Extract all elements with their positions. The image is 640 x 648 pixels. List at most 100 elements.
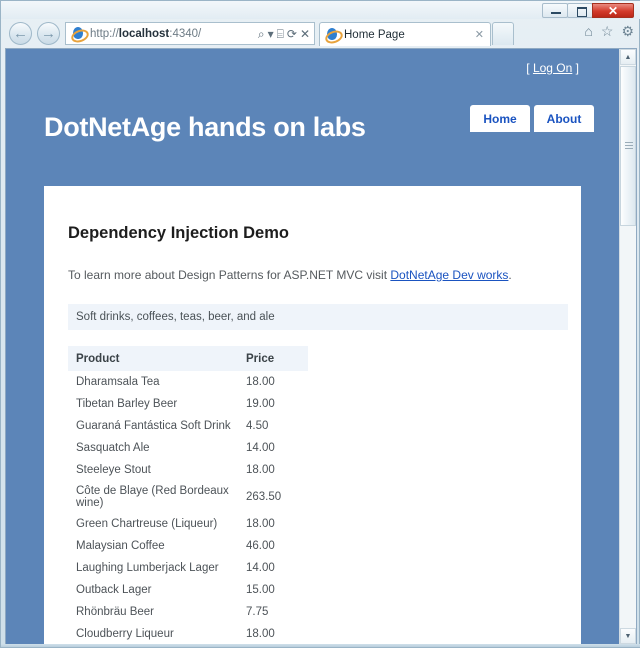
cell-product: Green Chartreuse (Liqueur) (76, 518, 218, 530)
minimize-icon (551, 12, 561, 14)
cell-product: Steeleye Stout (76, 464, 151, 476)
scroll-up-icon[interactable]: ▲ (620, 49, 636, 65)
intro-text-prefix: To learn more about Design Patterns for … (68, 268, 391, 282)
column-header-price: Price (236, 346, 308, 371)
back-arrow-icon: ← (13, 25, 28, 42)
logon-section: [ Log On ] (526, 61, 579, 75)
cell-price: 18.00 (246, 376, 275, 388)
table-row: Cloudberry Liqueur 18.00 (68, 623, 308, 644)
cell-price: 19.00 (246, 398, 275, 410)
cell-price: 7.75 (246, 606, 269, 618)
product-table-head: Product Price (68, 346, 308, 371)
status-bar (1, 644, 640, 647)
table-row: Laughing Lumberjack Lager 14.00 (68, 557, 308, 579)
cell-price: 18.00 (246, 628, 275, 640)
url-host: localhost (118, 27, 170, 40)
cell-product: Tibetan Barley Beer (76, 398, 178, 410)
tab-title: Home Page (344, 28, 405, 41)
page-viewport: [ Log On ] DotNetAge hands on labs Home … (5, 48, 637, 645)
site-background: [ Log On ] DotNetAge hands on labs Home … (6, 49, 619, 644)
table-row: Guaraná Fantástica Soft Drink 4.50 (68, 415, 308, 437)
cell-price: 15.00 (246, 584, 275, 596)
cell-product: Sasquatch Ale (76, 442, 150, 454)
cell-price: 4.50 (246, 420, 269, 432)
forward-arrow-icon: → (41, 25, 56, 42)
page-title: Dependency Injection Demo (68, 224, 289, 242)
address-bar-icons: ⌕ ▾ ⌸ ⟳ ✕ (258, 28, 314, 40)
product-table: Product Price Dharamsala Tea 18.00 Tibet… (68, 346, 308, 644)
new-tab-button[interactable] (492, 22, 514, 45)
table-row: Sasquatch Ale 14.00 (68, 437, 308, 459)
address-bar-url: http://localhost:4340/ (90, 28, 258, 40)
favorites-star-icon[interactable]: ☆ (601, 24, 614, 38)
table-row: Outback Lager 15.00 (68, 579, 308, 601)
internet-explorer-icon (69, 26, 91, 45)
cell-price: 263.50 (246, 491, 282, 503)
cell-price: 18.00 (246, 518, 275, 530)
cell-product: Côte de Blaye (Red Bordeaux wine) (76, 485, 229, 509)
intro-text-suffix: . (508, 268, 512, 282)
scroll-down-icon[interactable]: ▼ (620, 628, 636, 644)
tab-home-page[interactable]: Home Page ✕ (319, 22, 491, 46)
cell-price: 14.00 (246, 562, 275, 574)
search-icon[interactable]: ⌕ (258, 28, 265, 40)
cell-price: 14.00 (246, 442, 275, 454)
cell-product: Malaysian Coffee (76, 540, 165, 552)
stop-icon[interactable]: ✕ (300, 28, 310, 40)
tab-close-icon[interactable]: ✕ (475, 28, 490, 41)
tab-favicon-icon (323, 27, 345, 46)
url-scheme: http:// (90, 27, 119, 40)
table-row: Steeleye Stout 18.00 (68, 459, 308, 481)
table-row: Tibetan Barley Beer 19.00 (68, 393, 308, 415)
address-bar[interactable]: http://localhost:4340/ ⌕ ▾ ⌸ ⟳ ✕ (65, 22, 315, 45)
table-row: Malaysian Coffee 46.00 (68, 535, 308, 557)
page-scrollbar[interactable]: ▲ ▼ (619, 49, 636, 644)
scrollbar-thumb[interactable] (620, 66, 636, 226)
cell-product: Dharamsala Tea (76, 376, 160, 388)
table-header-row: Product Price (68, 346, 308, 371)
back-button[interactable]: ← (9, 22, 32, 45)
logon-bracket-close: ] (572, 61, 579, 75)
cell-product: Guaraná Fantástica Soft Drink (76, 420, 231, 432)
browser-toolbar-icons: ⌂ ☆ ⚙ (584, 24, 634, 38)
site-navigation: Home About (470, 105, 594, 132)
cell-product: Rhönbräu Beer (76, 606, 154, 618)
content-card: Dependency Injection Demo To learn more … (44, 186, 581, 644)
logon-bracket-open: [ (526, 61, 533, 75)
cell-product: Outback Lager (76, 584, 152, 596)
home-icon[interactable]: ⌂ (584, 24, 592, 38)
forward-button[interactable]: → (37, 22, 60, 45)
refresh-icon[interactable]: ⟳ (287, 28, 297, 40)
table-row: Dharamsala Tea 18.00 (68, 371, 308, 393)
minimize-button[interactable] (542, 3, 568, 18)
maximize-button[interactable] (567, 3, 593, 18)
close-icon: ✕ (607, 3, 619, 18)
cell-price: 46.00 (246, 540, 275, 552)
log-on-link[interactable]: Log On (533, 61, 572, 75)
column-header-product: Product (68, 346, 236, 371)
site-title: DotNetAge hands on labs (44, 112, 366, 142)
category-header-beverages: Soft drinks, coffees, teas, beer, and al… (68, 304, 568, 330)
nav-item-about[interactable]: About (534, 105, 594, 132)
cell-product: Laughing Lumberjack Lager (76, 562, 219, 574)
product-table-body: Dharamsala Tea 18.00 Tibetan Barley Beer… (68, 371, 308, 644)
browser-window: ✕ ← → http://localhost:4340/ ⌕ ▾ ⌸ ⟳ ✕ H… (0, 0, 640, 648)
table-row: Rhönbräu Beer 7.75 (68, 601, 308, 623)
url-path: :4340/ (169, 27, 202, 40)
table-row: Côte de Blaye (Red Bordeaux wine) 263.50 (68, 481, 308, 513)
close-button[interactable]: ✕ (592, 3, 634, 18)
maximize-icon (577, 7, 587, 17)
dotnetage-dev-works-link[interactable]: DotNetAge Dev works (390, 268, 508, 282)
browser-navigation-bar: ← → http://localhost:4340/ ⌕ ▾ ⌸ ⟳ ✕ Hom… (1, 19, 640, 49)
chevron-down-icon[interactable]: ▾ (268, 28, 274, 40)
cell-product: Cloudberry Liqueur (76, 628, 174, 640)
category-header-label: Soft drinks, coffees, teas, beer, and al… (76, 311, 275, 323)
cell-price: 18.00 (246, 464, 275, 476)
compatibility-view-icon[interactable]: ⌸ (277, 28, 284, 40)
scrollbar-grip-icon (625, 142, 633, 149)
gear-icon[interactable]: ⚙ (621, 24, 634, 38)
window-controls: ✕ (542, 3, 634, 18)
table-row: Green Chartreuse (Liqueur) 18.00 (68, 513, 308, 535)
intro-paragraph: To learn more about Design Patterns for … (68, 268, 512, 282)
nav-item-home[interactable]: Home (470, 105, 530, 132)
